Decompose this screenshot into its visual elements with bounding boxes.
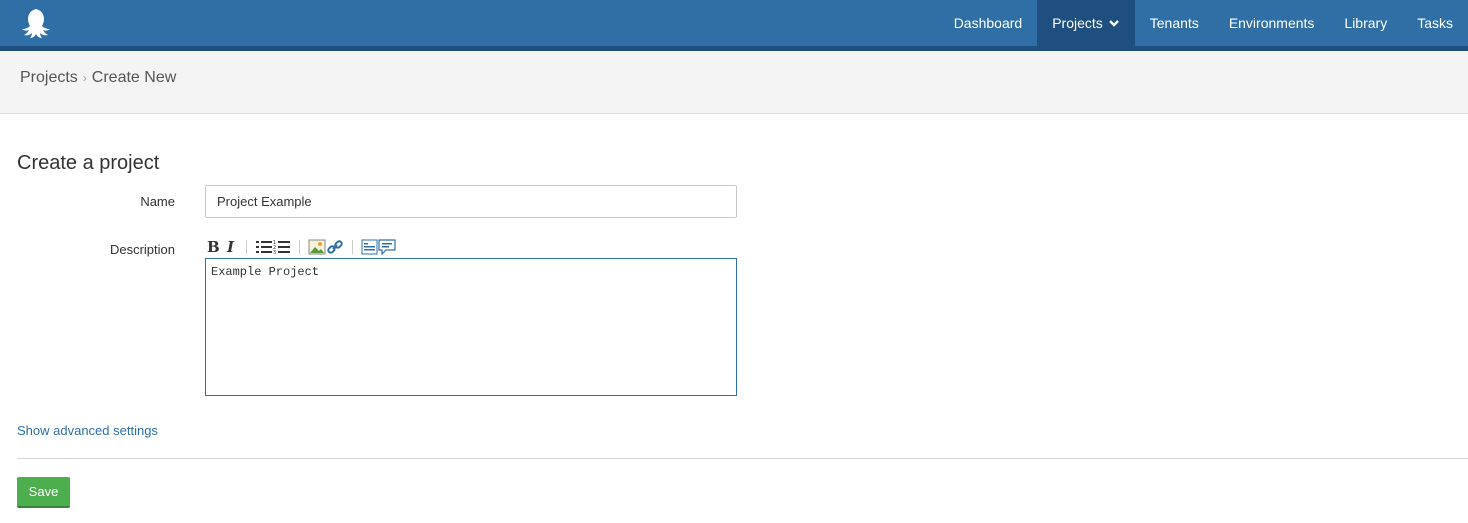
svg-text:B: B: [207, 239, 220, 255]
top-navigation-bar: Dashboard Projects Tenants Environments …: [0, 0, 1468, 46]
description-label: Description: [109, 242, 175, 257]
breadcrumb-bar: Projects › Create New: [0, 51, 1468, 114]
toolbar-separator: [246, 240, 247, 254]
nav-tenants[interactable]: Tenants: [1135, 0, 1214, 46]
italic-icon[interactable]: I: [224, 237, 238, 257]
nav-dashboard[interactable]: Dashboard: [939, 0, 1038, 46]
nav-label: Projects: [1052, 15, 1103, 31]
nav-label: Library: [1344, 15, 1388, 31]
nav-projects[interactable]: Projects: [1037, 0, 1135, 46]
nav-tasks[interactable]: Tasks: [1402, 0, 1468, 46]
name-label: Name: [140, 194, 175, 209]
preview-icon[interactable]: [361, 237, 378, 257]
link-icon[interactable]: [326, 237, 344, 257]
save-button[interactable]: Save: [17, 477, 70, 508]
name-input[interactable]: [205, 185, 737, 218]
markdown-toolbar: B I 1 2 3: [206, 237, 396, 257]
nav-label: Tasks: [1417, 15, 1453, 31]
image-icon[interactable]: [308, 237, 326, 257]
breadcrumb-separator: ›: [82, 71, 87, 85]
nav-library[interactable]: Library: [1329, 0, 1402, 46]
nav-label: Dashboard: [953, 15, 1023, 31]
breadcrumb: Projects › Create New: [20, 69, 176, 87]
octopus-logo-icon[interactable]: [20, 7, 56, 41]
description-textarea[interactable]: Example Project: [205, 258, 737, 396]
toolbar-separator: [299, 240, 300, 254]
breadcrumb-current: Create New: [91, 69, 177, 86]
help-icon[interactable]: [378, 237, 396, 257]
nav-label: Tenants: [1149, 15, 1199, 31]
page-title: Create a project: [17, 152, 160, 174]
svg-text:I: I: [226, 239, 235, 255]
form-divider: [17, 458, 1468, 459]
svg-text:3: 3: [273, 250, 276, 255]
numbered-list-icon[interactable]: 1 2 3: [273, 237, 291, 257]
main-nav: Dashboard Projects Tenants Environments …: [939, 0, 1468, 46]
toolbar-separator: [352, 240, 353, 254]
nav-environments[interactable]: Environments: [1214, 0, 1330, 46]
chevron-down-icon: [1108, 20, 1119, 27]
bullet-list-icon[interactable]: [255, 237, 273, 257]
bold-icon[interactable]: B: [206, 237, 220, 257]
breadcrumb-projects-link[interactable]: Projects: [20, 69, 78, 87]
show-advanced-settings-link[interactable]: Show advanced settings: [17, 423, 158, 438]
nav-label: Environments: [1228, 15, 1315, 31]
